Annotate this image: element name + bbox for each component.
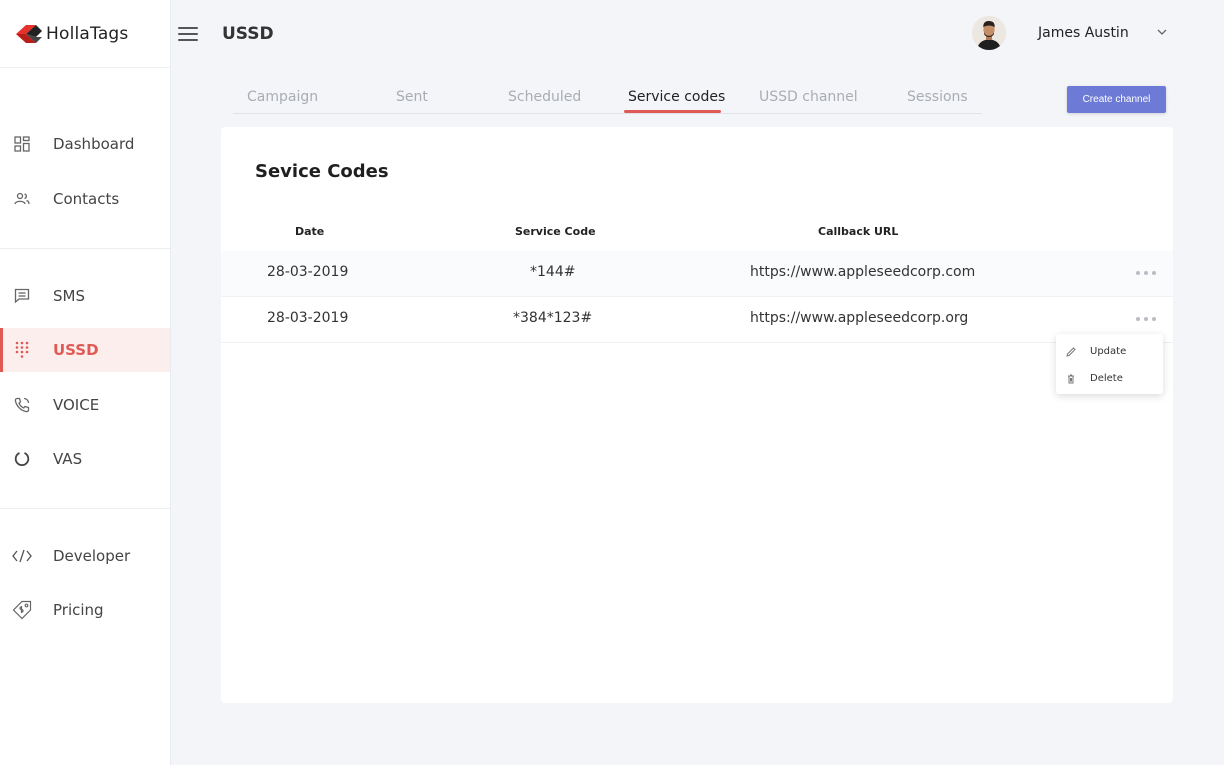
cell-callback-url: https://www.appleseedcorp.org (750, 310, 969, 326)
tab-bar: Campaign Sent Scheduled Service codes US… (233, 84, 982, 114)
sidebar-item-pricing[interactable]: Pricing (0, 588, 170, 632)
sidebar-item-label: USSD (53, 341, 99, 359)
trash-icon (1065, 373, 1077, 385)
sidebar-item-label: VOICE (53, 396, 100, 414)
brand[interactable]: HollaTags (0, 0, 170, 68)
sms-icon (12, 286, 32, 306)
column-header-service-code: Service Code (515, 225, 596, 238)
sidebar-item-label: Developer (53, 547, 131, 565)
tab-sessions[interactable]: Sessions (907, 89, 968, 105)
vas-ring-icon (12, 449, 32, 469)
menu-item-delete[interactable]: Delete (1056, 365, 1163, 392)
sidebar-item-label: Dashboard (53, 135, 135, 153)
table-row[interactable]: 28-03-2019 *144# https://www.appleseedco… (221, 251, 1173, 297)
row-actions-menu: Update Delete (1056, 334, 1163, 394)
hamburger-menu-icon[interactable] (178, 27, 198, 41)
sidebar-divider (0, 508, 170, 509)
code-icon (12, 546, 32, 566)
sidebar-item-developer[interactable]: Developer (0, 534, 170, 578)
dashboard-icon (12, 134, 32, 154)
card-title: Sevice Codes (255, 161, 389, 182)
sidebar-item-voice[interactable]: VOICE (0, 383, 170, 427)
active-tab-indicator (624, 110, 721, 113)
pencil-icon (1065, 346, 1077, 358)
user-name: James Austin (1038, 25, 1129, 41)
sidebar-item-dashboard[interactable]: Dashboard (0, 122, 170, 166)
price-tag-icon (12, 600, 32, 620)
more-options-icon[interactable] (1136, 315, 1156, 323)
cell-date: 28-03-2019 (267, 310, 349, 326)
sidebar-item-label: Contacts (53, 190, 120, 208)
chevron-down-icon[interactable] (1155, 25, 1169, 39)
tab-scheduled[interactable]: Scheduled (508, 89, 581, 105)
column-header-callback-url: Callback URL (818, 225, 899, 238)
hollatags-logo-icon (16, 24, 42, 43)
menu-item-update[interactable]: Update (1056, 338, 1163, 365)
cell-callback-url: https://www.appleseedcorp.com (750, 264, 976, 280)
menu-item-label: Update (1090, 346, 1127, 357)
sidebar-item-label: SMS (53, 287, 85, 305)
tab-sent[interactable]: Sent (396, 89, 428, 105)
cell-date: 28-03-2019 (267, 264, 349, 280)
sidebar-item-label: Pricing (53, 601, 104, 619)
create-channel-button[interactable]: Create channel (1067, 86, 1166, 113)
cell-service-code: *144# (530, 264, 576, 280)
more-options-icon[interactable] (1136, 269, 1156, 277)
cell-service-code: *384*123# (513, 310, 593, 326)
sidebar-item-label: VAS (53, 450, 83, 468)
table-row[interactable]: 28-03-2019 *384*123# https://www.applese… (221, 297, 1173, 343)
sidebar-item-ussd[interactable]: USSD (0, 328, 170, 372)
sidebar-item-vas[interactable]: VAS (0, 437, 170, 481)
sidebar-divider (0, 248, 170, 249)
sidebar-item-sms[interactable]: SMS (0, 274, 170, 318)
service-codes-card: Sevice Codes Date Service Code Callback … (221, 127, 1173, 703)
user-avatar[interactable] (972, 16, 1006, 50)
brand-name: HollaTags (46, 23, 129, 44)
column-header-date: Date (295, 225, 325, 238)
phone-icon (12, 395, 32, 415)
tab-ussd-channel[interactable]: USSD channel (759, 89, 858, 105)
contacts-icon (12, 189, 32, 209)
tab-service-codes[interactable]: Service codes (628, 89, 725, 105)
tab-campaign[interactable]: Campaign (247, 89, 318, 105)
top-header: USSD James Austin (171, 0, 1224, 68)
ussd-keypad-icon (12, 340, 32, 360)
page-title: USSD (222, 24, 274, 44)
menu-item-label: Delete (1090, 373, 1123, 384)
sidebar: HollaTags Dashboard Contacts SMS USSD VO… (0, 0, 171, 765)
sidebar-item-contacts[interactable]: Contacts (0, 177, 170, 221)
